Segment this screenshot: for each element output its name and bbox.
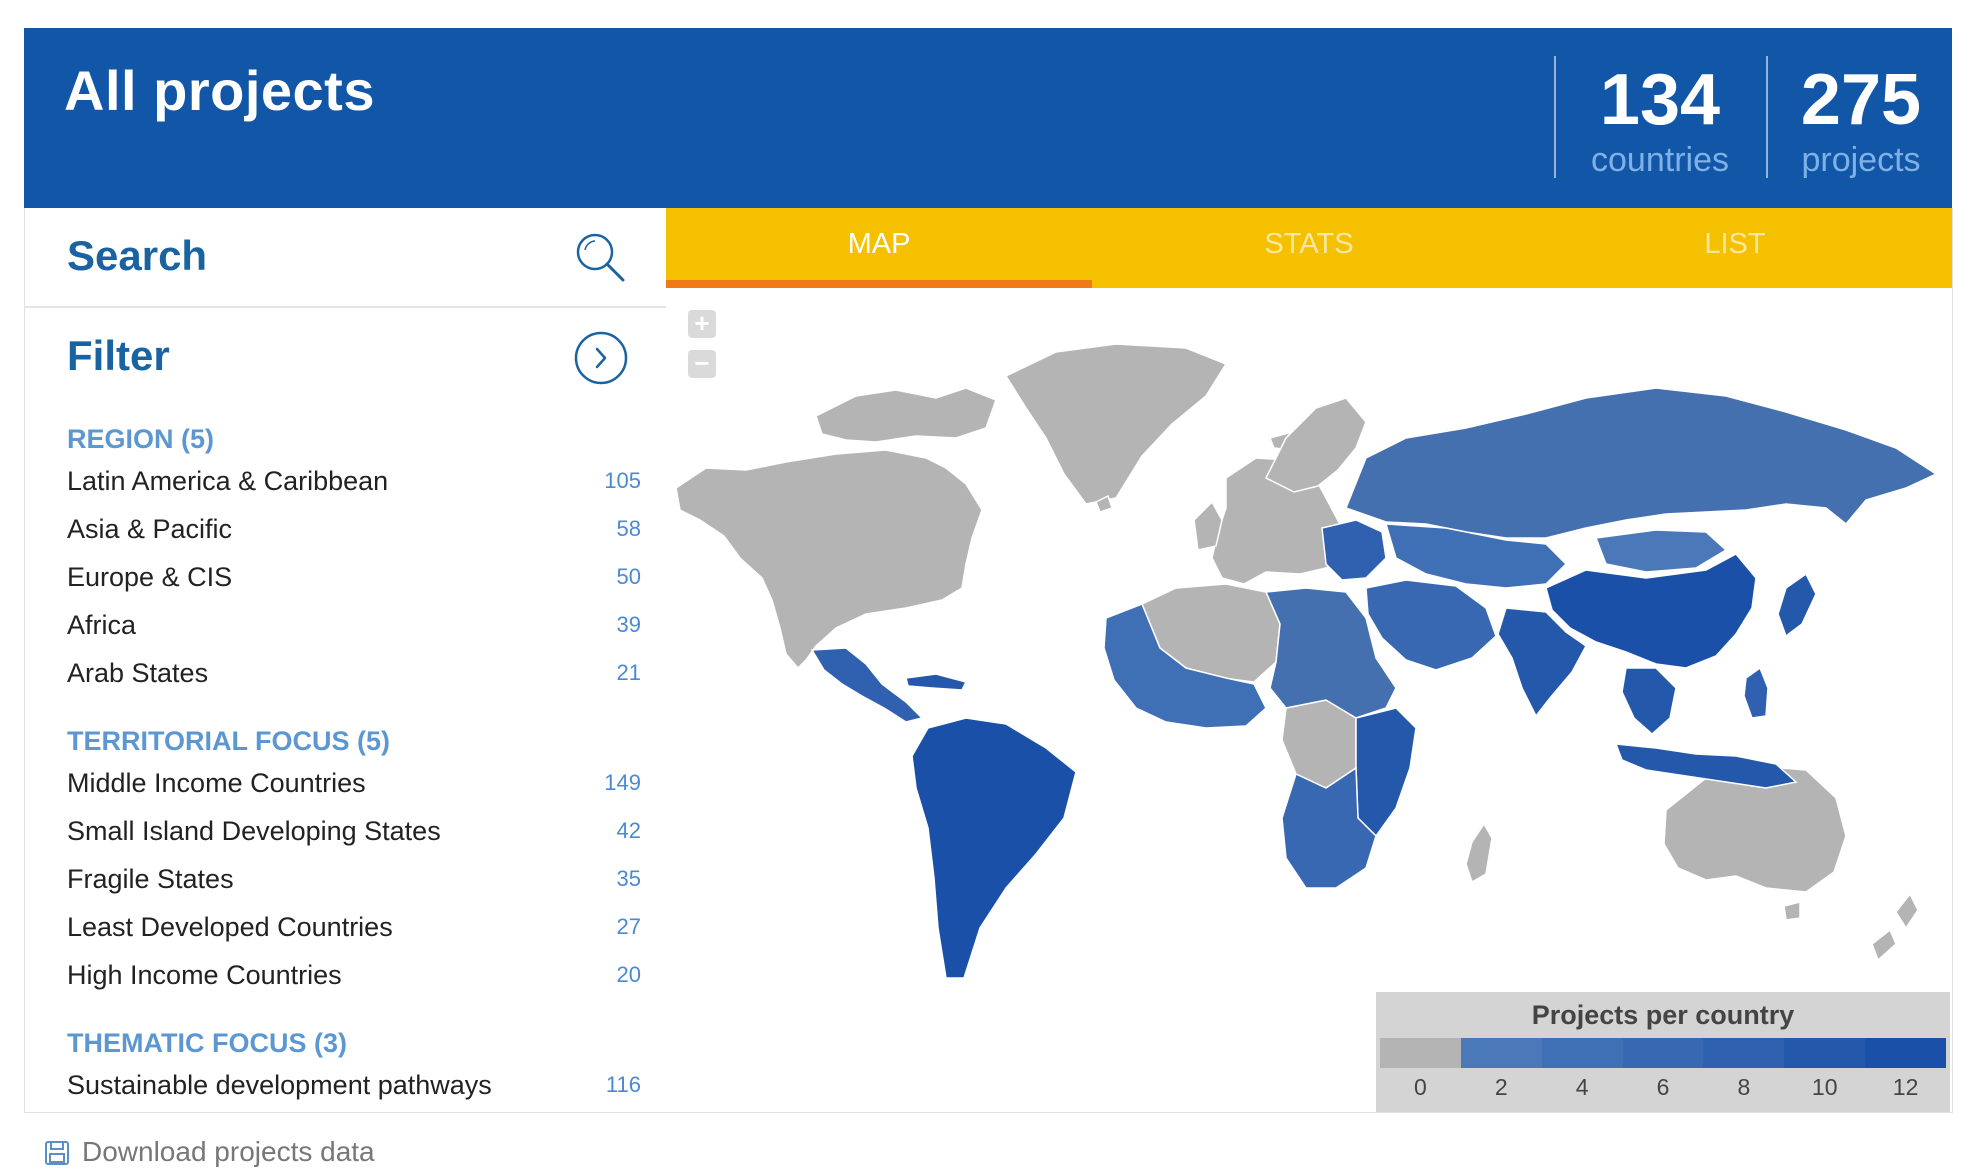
section-title-territorial-focus: TERRITORIAL FOCUS (5): [67, 726, 391, 756]
filter-item-count: 149: [604, 770, 641, 795]
legend-tick: 0: [1414, 1074, 1427, 1100]
legend-tick: 6: [1656, 1074, 1670, 1100]
map-region-south-america: [911, 717, 1077, 979]
map-region-central-america: [810, 647, 924, 723]
legend-tick: 12: [1892, 1074, 1919, 1100]
filter-item[interactable]: Asia & Pacific 58: [67, 514, 641, 554]
map-region-madagascar: [1465, 822, 1493, 884]
search-label: Search: [67, 232, 208, 279]
filter-item-count: 39: [616, 612, 641, 637]
map-region-tasmania: [1783, 901, 1801, 921]
filter-item-count: 105: [604, 468, 641, 493]
legend-swatch: [1622, 1038, 1704, 1068]
filter-item-label: Latin America & Caribbean: [67, 466, 389, 496]
legend-title: Projects per country: [1531, 1000, 1795, 1030]
filter-item[interactable]: High Income Countries 20: [67, 960, 641, 1000]
filter-item-count: 35: [616, 866, 641, 891]
projects-label: projects: [1801, 141, 1921, 179]
projects-count: 275: [1800, 60, 1922, 140]
filter-item[interactable]: Small Island Developing States 42: [67, 816, 641, 856]
map-region-arctic-islands: [815, 387, 997, 443]
map-region-philippines: [1743, 666, 1769, 719]
legend-swatch: [1703, 1038, 1785, 1068]
chevron-right-circle-icon[interactable]: [573, 330, 629, 386]
section-title-thematic-focus: THEMATIC FOCUS (3): [67, 1028, 347, 1058]
section-title-region: REGION (5): [67, 424, 215, 454]
map-region-japan: [1777, 572, 1817, 638]
map-region-new-zealand-south: [1871, 928, 1897, 962]
filter-item-label: Small Island Developing States: [67, 816, 441, 846]
legend-tick: 10: [1811, 1074, 1838, 1100]
map-region-russia: [1345, 387, 1938, 539]
legend-tick: 2: [1494, 1074, 1508, 1100]
map-region-new-zealand: [1895, 892, 1919, 930]
countries-label: countries: [1591, 141, 1729, 179]
tab-stats[interactable]: STATS: [1096, 208, 1522, 288]
legend-tick: 8: [1737, 1074, 1751, 1100]
countries-count: 134: [1599, 60, 1721, 140]
legend-swatch: [1380, 1038, 1461, 1068]
filter-item-count: 116: [605, 1072, 641, 1097]
map-region-greenland: [1004, 343, 1228, 505]
map-panel: MAP STATS LIST + − Projects per country …: [666, 208, 1953, 1113]
countries-stat: 134 countries: [1554, 56, 1764, 178]
map-region-east-africa: [1355, 707, 1417, 838]
filter-item-label: Arab States: [67, 658, 209, 688]
filter-item[interactable]: Latin America & Caribbean 105: [67, 466, 641, 506]
sidebar: Search Filter REGION (5) Latin America &…: [24, 208, 668, 1113]
map-region-eastern-europe: [1321, 519, 1387, 581]
download-label: Download projects data: [82, 1136, 375, 1167]
filter-item[interactable]: Middle Income Countries 149: [67, 768, 641, 808]
map-region-mongolia: [1594, 529, 1728, 573]
legend-ticks: 0 2 4 6 8 10 12: [1380, 1074, 1946, 1101]
filter-label: Filter: [67, 332, 170, 379]
map-region-caribbean: [905, 673, 968, 691]
filter-item[interactable]: Europe & CIS 50: [67, 562, 641, 602]
tab-list[interactable]: LIST: [1522, 208, 1948, 288]
search-row[interactable]: Search: [25, 208, 667, 308]
filter-item[interactable]: Least Developed Countries 27: [67, 912, 641, 952]
filter-item-count: 21: [616, 660, 641, 685]
legend-swatch: [1865, 1038, 1947, 1068]
filter-item-label: Sustainable development pathways: [67, 1070, 492, 1100]
legend-swatches: [1380, 1038, 1947, 1068]
filter-item-label: Europe & CIS: [67, 562, 233, 592]
filter-item-label: Least Developed Countries: [67, 912, 393, 942]
map-region-middle-east: [1365, 579, 1497, 671]
filter-item-count: 58: [616, 516, 641, 541]
filter-item[interactable]: Sustainable development pathways 116: [67, 1070, 641, 1110]
legend-swatch: [1460, 1038, 1542, 1068]
floppy-disk-icon: [45, 1141, 69, 1165]
filter-item-label: Africa: [67, 610, 137, 640]
filter-item[interactable]: Africa 39: [67, 610, 641, 650]
map-region-north-america: [675, 449, 983, 670]
world-map[interactable]: [666, 288, 1952, 992]
tab-map[interactable]: MAP: [666, 208, 1092, 288]
legend-swatch: [1784, 1038, 1866, 1068]
map-region-southeast-asia: [1621, 667, 1677, 736]
filter-item-count: 42: [616, 818, 641, 843]
legend-swatch: [1541, 1038, 1623, 1068]
active-tab-indicator: [666, 280, 1092, 288]
filter-item-label: Asia & Pacific: [67, 514, 233, 544]
filter-item[interactable]: Arab States 21: [67, 658, 641, 698]
legend-tick: 4: [1575, 1074, 1589, 1100]
filter-item-label: High Income Countries: [67, 960, 342, 990]
map-legend: Projects per country 0 2 4 6 8 10 12: [1376, 992, 1950, 1112]
filter-item-count: 27: [616, 914, 641, 939]
projects-stat: 275 projects: [1766, 56, 1954, 178]
filter-item-label: Fragile States: [67, 864, 234, 894]
filter-item-count: 50: [616, 564, 641, 589]
page-title: All projects: [64, 59, 375, 122]
search-icon[interactable]: [571, 228, 631, 288]
page-header: All projects 134 countries 275 projects: [24, 28, 1952, 208]
filter-item-count: 20: [616, 962, 641, 987]
filter-item[interactable]: Fragile States 35: [67, 864, 641, 904]
view-tabs: MAP STATS LIST: [666, 208, 1952, 288]
filter-item-label: Middle Income Countries: [67, 768, 366, 798]
